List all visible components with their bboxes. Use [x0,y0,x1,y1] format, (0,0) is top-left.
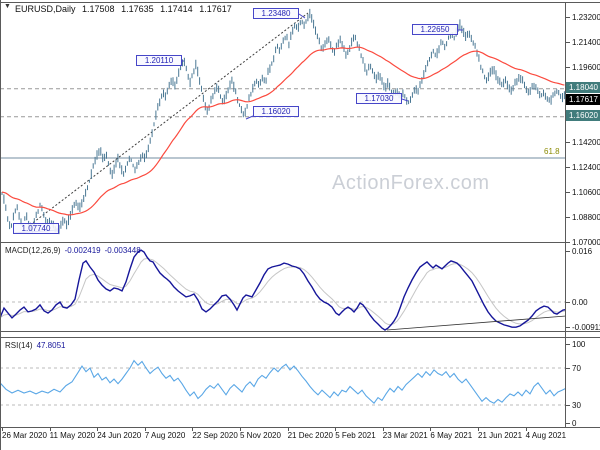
high-value: 1.17635 [121,4,154,14]
price-callout-1-07740: 1.07740 [13,223,59,234]
watermark: ActionForex.com [332,172,490,194]
price-tick-1.19600: 1.19600 [572,62,600,72]
price-tick-mark [566,17,570,18]
price-tick-mark [566,167,570,168]
left-border [0,0,1,450]
price-callout-1-16020: 1.16020 [253,106,299,117]
rsi-tick-100: 100 [572,339,586,349]
date-label-2: 24 Jun 2020 [97,431,142,440]
scale-level-1-16020: 1.16020 [566,110,600,121]
macd-tick-mark [566,327,570,328]
macd-signal-value: -0.003448 [104,246,141,255]
symbol-timeframe: EURUSD,Daily [15,4,76,14]
price-callout-1-17030: 1.17030 [356,93,402,104]
rsi-top-border[interactable] [0,337,600,338]
price-tick-mark [566,217,570,218]
scale-level-1-18040: 1.18040 [566,82,600,93]
price-callout-1-20110: 1.20110 [136,55,182,66]
price-tick-mark [566,42,570,43]
macd-label: MACD(12,26,9) -0.002419 -0.003448 [5,246,141,255]
date-label-4: 22 Sep 2020 [192,431,238,440]
price-canvas[interactable] [0,0,566,242]
macd-name: MACD(12,26,9) [5,246,61,255]
chart-title: EURUSD,Daily 1.17508 1.17635 1.17414 1.1… [15,4,232,14]
rsi-tick-30: 30 [572,400,581,410]
price-bars [1,8,565,235]
rsi-value: 47.8051 [36,341,66,350]
scale-last-price: 1.17617 [566,94,600,105]
price-callout-1-22650: 1.22650 [412,24,458,35]
price-tick-1.12400: 1.12400 [572,162,600,172]
price-tick-1.21400: 1.21400 [572,37,600,47]
macd-tick-mark [566,302,570,303]
price-tick-1.10600: 1.10600 [572,187,600,197]
macd-bottom-border[interactable] [0,331,600,332]
rsi-tick-mark [566,405,570,406]
top-border [0,2,600,3]
date-label-0: 26 Mar 2020 [2,431,47,440]
rsi-tick-0: 0 [572,418,577,428]
rsi-tick-70: 70 [572,363,581,373]
trendline [29,12,309,226]
collapse-icon[interactable]: ▼ [4,3,11,10]
date-label-9: 6 May 2021 [430,431,473,440]
price-tick-1.23200: 1.23200 [572,12,600,22]
rsi-tick-mark [566,423,570,424]
macd-trendline [386,315,566,331]
price-tick-mark [566,242,570,243]
date-label-10: 21 Jun 2021 [478,431,523,440]
macd-tick-mark [566,251,570,253]
rsi-date-separator [0,427,600,428]
fib-61-8-label: 61.8 [544,147,560,156]
date-label-6: 21 Dec 2020 [287,431,333,440]
rsi-tick-mark [566,368,570,369]
date-label-7: 5 Feb 2021 [335,431,376,440]
macd-tick-0.016: 0.016 [572,246,593,256]
price-tick-1.14200: 1.14200 [572,137,600,147]
macd-tick-0.00: 0.00 [572,297,588,307]
macd-main-line [0,249,566,331]
price-tick-1.07000: 1.07000 [572,237,600,247]
macd-canvas[interactable] [0,243,566,331]
price-tick-mark [566,192,570,193]
rsi-name: RSI(14) [5,341,33,350]
rsi-label: RSI(14) 47.8051 [5,341,65,350]
close-value: 1.17617 [199,4,232,14]
rsi-canvas[interactable] [0,338,566,427]
macd-tick--0.009116: -0.009116 [572,322,600,332]
price-tick-mark [566,67,570,68]
date-label-11: 4 Aug 2021 [525,431,567,440]
price-tick-1.08800: 1.08800 [572,212,600,222]
price-tick-mark [566,142,570,143]
date-label-1: 11 May 2020 [49,431,96,440]
open-value: 1.17508 [82,4,115,14]
rsi-tick-mark [566,344,570,345]
macd-signal-line [0,257,566,326]
macd-value: -0.002419 [64,246,101,255]
scale-separator [565,2,566,427]
date-label-8: 23 Mar 2021 [382,431,428,440]
price-callout-1-23480: 1.23480 [253,8,299,19]
low-value: 1.17414 [160,4,193,14]
rsi-line [0,359,566,405]
chart-window: ▼ EURUSD,Daily 1.17508 1.17635 1.17414 1… [0,0,600,450]
price-macd-separator[interactable] [0,242,566,243]
date-label-5: 5 Nov 2020 [240,431,281,440]
date-label-3: 7 Aug 2020 [144,431,186,440]
